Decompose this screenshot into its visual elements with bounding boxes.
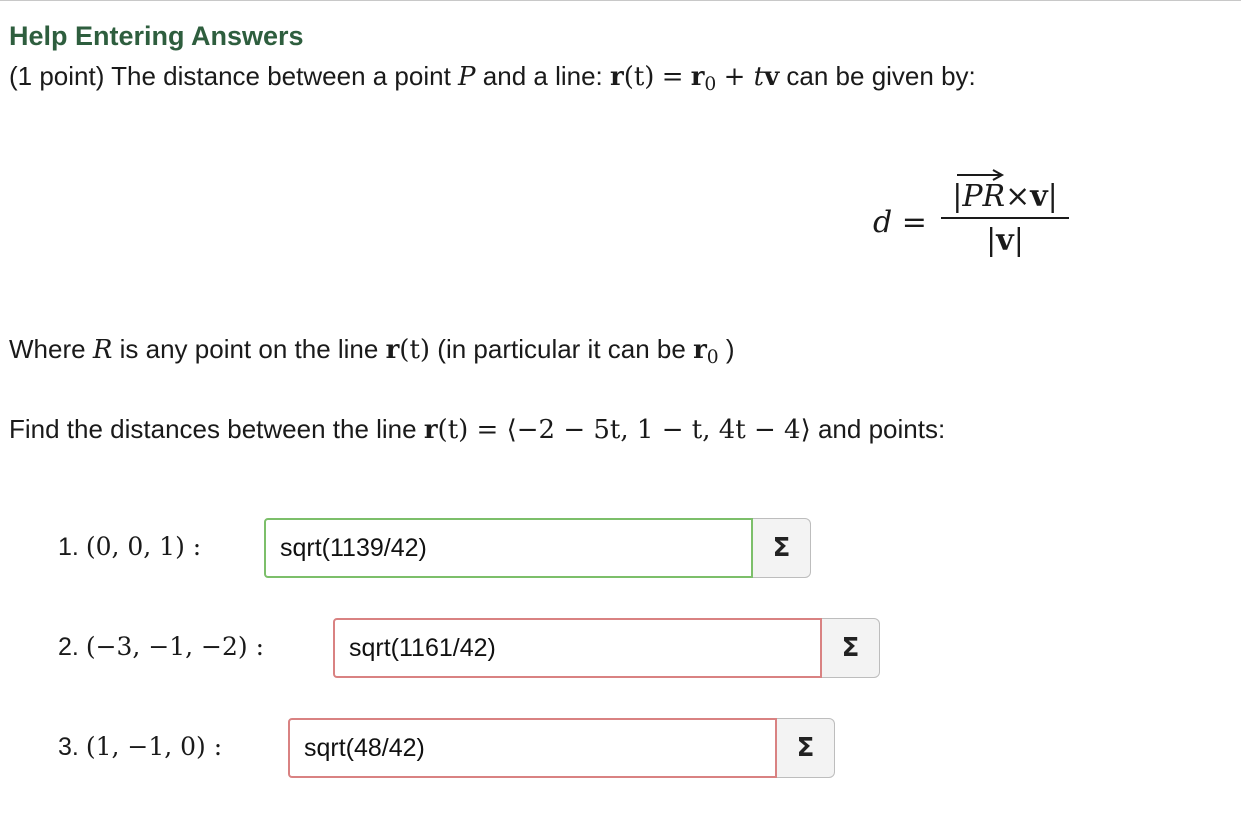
- point-variable: P: [458, 62, 476, 92]
- r-symbol: r: [423, 415, 438, 445]
- answer-input-1[interactable]: [264, 518, 753, 578]
- where-mid: is any point on the line: [119, 334, 379, 364]
- r0-symbol: r: [690, 62, 705, 92]
- question-1-label: 1. (0, 0, 1) :: [58, 532, 201, 562]
- fraction-bar: [941, 217, 1069, 219]
- equation-editor-button-3[interactable]: Σ: [777, 718, 835, 778]
- r-variable: R: [92, 335, 113, 365]
- formula-lhs: d =: [873, 205, 927, 240]
- intro-prefix: (1 point) The distance between a point: [9, 61, 451, 91]
- r0-symbol: r: [693, 335, 707, 365]
- sigma-icon: Σ: [841, 633, 860, 663]
- t-arg: (t): [399, 335, 431, 365]
- line-expression: (t) = ⟨−2 − 5t, 1 − t, 4t − 4⟩: [437, 415, 811, 445]
- question-point: (1, −1, 0) :: [85, 732, 223, 761]
- formula-denominator: |v|: [941, 223, 1069, 258]
- t-arg: (t): [623, 62, 655, 92]
- den-v: v: [996, 223, 1014, 258]
- num-v: v: [1030, 179, 1048, 214]
- answer-input-2[interactable]: [333, 618, 822, 678]
- find-sentence: Find the distances between the line r(t)…: [9, 414, 945, 445]
- num-bar-right: |: [1047, 179, 1058, 214]
- cross-symbol: ×: [1005, 179, 1031, 214]
- r0-subscript: 0: [704, 74, 717, 96]
- sigma-icon: Σ: [772, 533, 791, 563]
- help-entering-answers-link[interactable]: Help Entering Answers: [9, 21, 304, 52]
- question-number: 3.: [58, 733, 79, 761]
- r-symbol: r: [385, 335, 400, 365]
- question-3-label: 3. (1, −1, 0) :: [58, 732, 222, 762]
- question-point: (−3, −1, −2) :: [85, 632, 265, 661]
- v-symbol: v: [764, 62, 780, 92]
- r0-subscript: 0: [706, 347, 719, 369]
- r-symbol: r: [610, 62, 624, 92]
- question-2-label: 2. (−3, −1, −2) :: [58, 632, 264, 662]
- question-point: (0, 0, 1) :: [85, 532, 202, 561]
- formula-fraction: |PR×v| |v|: [941, 169, 1069, 258]
- equation-editor-button-1[interactable]: Σ: [753, 518, 811, 578]
- where-prefix: Where: [9, 334, 86, 364]
- equation-editor-button-2[interactable]: Σ: [822, 618, 880, 678]
- num-bar-left: |: [952, 179, 963, 214]
- where-paren: (in particular it can be: [437, 334, 686, 364]
- sigma-icon: Σ: [796, 733, 815, 763]
- find-prefix: Find the distances between the line: [9, 414, 417, 444]
- vector-pr: PR: [962, 179, 1006, 214]
- vector-arrow-icon: [957, 169, 1005, 181]
- den-bar-left: |: [986, 223, 997, 258]
- den-bar-right: |: [1013, 223, 1024, 258]
- intro-and-line: and a line:: [482, 61, 603, 91]
- find-suffix: and points:: [817, 414, 946, 444]
- question-number: 2.: [58, 633, 79, 661]
- answer-input-3[interactable]: [288, 718, 777, 778]
- plus-t: + t: [723, 62, 765, 92]
- intro-suffix: can be given by:: [786, 61, 976, 91]
- question-number: 1.: [58, 533, 79, 561]
- where-close: ): [725, 334, 735, 364]
- where-sentence: Where R is any point on the line r(t) (i…: [9, 334, 735, 368]
- problem-intro: (1 point) The distance between a point P…: [9, 61, 976, 95]
- formula-numerator: |PR×v|: [941, 169, 1069, 214]
- equals-sign: =: [661, 62, 684, 92]
